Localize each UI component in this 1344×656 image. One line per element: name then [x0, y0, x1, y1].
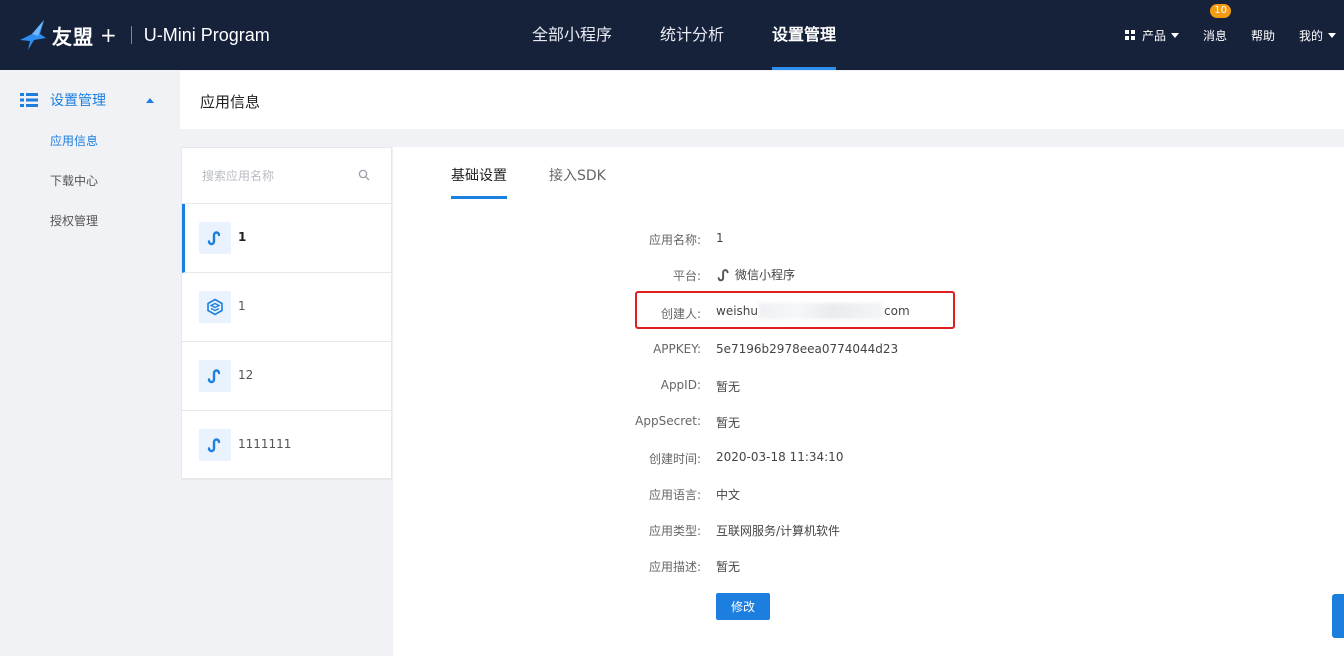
- app-name-label: 应用名称:: [648, 233, 701, 247]
- sidebar-section-label: 设置管理: [50, 93, 106, 109]
- app-name: 1: [238, 230, 247, 244]
- app-name: 12: [238, 368, 254, 382]
- app-list-item[interactable]: 12: [182, 342, 392, 411]
- brand-divider: [130, 26, 132, 44]
- header-right-menu: 产品 消息 10 帮助 我的: [1124, 0, 1344, 70]
- sidebar-item-authorization[interactable]: 授权管理: [50, 212, 98, 229]
- main-nav: 全部小程序 统计分析 设置管理: [532, 0, 884, 70]
- wechat-miniprogram-icon: [199, 360, 231, 392]
- account-label: 我的: [1298, 28, 1323, 43]
- sidebar-item-app-info[interactable]: 应用信息: [50, 132, 98, 149]
- brand-plus: +: [100, 23, 117, 47]
- page-header: 应用信息: [180, 71, 1344, 129]
- app-search: [182, 148, 392, 204]
- sidebar-item-downloads[interactable]: 下载中心: [50, 172, 98, 189]
- nav-statistics[interactable]: 统计分析: [660, 0, 724, 70]
- wechat-miniprogram-icon: [717, 268, 729, 281]
- tab-sdk-integration[interactable]: 接入SDK: [549, 165, 606, 199]
- app-list-item[interactable]: 1: [182, 204, 392, 273]
- app-search-input[interactable]: [202, 166, 342, 186]
- description-value: 暂无: [716, 560, 741, 574]
- edit-button[interactable]: 修改: [716, 593, 770, 620]
- chevron-up-icon: [146, 97, 154, 103]
- appsecret-label: AppSecret:: [635, 414, 701, 428]
- help-label: 帮助: [1250, 28, 1275, 43]
- tab-basic-settings[interactable]: 基础设置: [451, 165, 507, 199]
- language-label: 应用语言:: [648, 488, 701, 502]
- category-value: 互联网服务/计算机软件: [716, 524, 841, 538]
- list-icon: [20, 93, 38, 107]
- highlight-box: [635, 291, 955, 329]
- nav-all-miniprograms[interactable]: 全部小程序: [532, 0, 612, 70]
- grid-icon: [1124, 30, 1135, 40]
- nav-settings[interactable]: 设置管理: [772, 0, 837, 70]
- account-menu[interactable]: 我的: [1299, 27, 1336, 44]
- cube-app-icon: [199, 291, 231, 323]
- app-name-value: 1: [716, 231, 724, 245]
- brand-logo[interactable]: 友盟 + U-Mini Program: [18, 18, 270, 52]
- appsecret-value: 暂无: [716, 416, 741, 430]
- app-list-item[interactable]: 1111111: [182, 411, 392, 480]
- category-label: 应用类型:: [648, 524, 701, 538]
- appkey-value: 5e7196b2978eea0774044d23: [716, 342, 899, 356]
- search-icon[interactable]: [358, 169, 370, 181]
- app-detail-panel: 基础设置 接入SDK 应用名称: 1 平台: 微信小程序 创建人: weishu…: [393, 147, 1344, 656]
- top-navbar: 友盟 + U-Mini Program 全部小程序 统计分析 设置管理 产品 消…: [0, 0, 1344, 70]
- wechat-miniprogram-icon: [199, 222, 231, 254]
- sidebar-section-settings[interactable]: 设置管理: [20, 90, 160, 110]
- created-at-label: 创建时间:: [648, 452, 701, 466]
- app-name: 1111111: [238, 437, 292, 451]
- sidebar: 设置管理 应用信息 下载中心 授权管理: [0, 70, 180, 656]
- chevron-down-icon: [1328, 32, 1336, 38]
- product-name: U-Mini Program: [143, 24, 270, 45]
- brand-name: 友盟: [52, 24, 94, 49]
- app-name: 1: [238, 299, 246, 313]
- appkey-label: APPKEY:: [653, 342, 701, 356]
- appid-value: 暂无: [716, 380, 741, 394]
- help-link[interactable]: 帮助: [1251, 27, 1275, 44]
- floating-side-tab[interactable]: [1332, 594, 1344, 638]
- app-list-panel: 1 1 12 1111111: [181, 147, 392, 480]
- products-menu[interactable]: 产品: [1124, 27, 1179, 44]
- message-count-badge: 10: [1210, 3, 1231, 18]
- app-list-item[interactable]: 1: [182, 273, 392, 342]
- messages-label: 消息: [1202, 28, 1227, 43]
- language-value: 中文: [716, 488, 741, 502]
- wechat-miniprogram-icon: [199, 429, 231, 461]
- description-label: 应用描述:: [648, 560, 701, 574]
- chevron-down-icon: [1170, 32, 1179, 38]
- platform-value: 微信小程序: [716, 266, 795, 283]
- products-label: 产品: [1141, 28, 1166, 43]
- created-at-value: 2020-03-18 11:34:10: [716, 450, 844, 464]
- messages-link[interactable]: 消息 10: [1202, 3, 1231, 44]
- platform-label: 平台:: [672, 269, 701, 283]
- bird-logo-icon: [20, 20, 46, 50]
- platform-name: 微信小程序: [735, 268, 796, 282]
- page-title: 应用信息: [200, 93, 261, 111]
- appid-label: AppID:: [660, 378, 701, 392]
